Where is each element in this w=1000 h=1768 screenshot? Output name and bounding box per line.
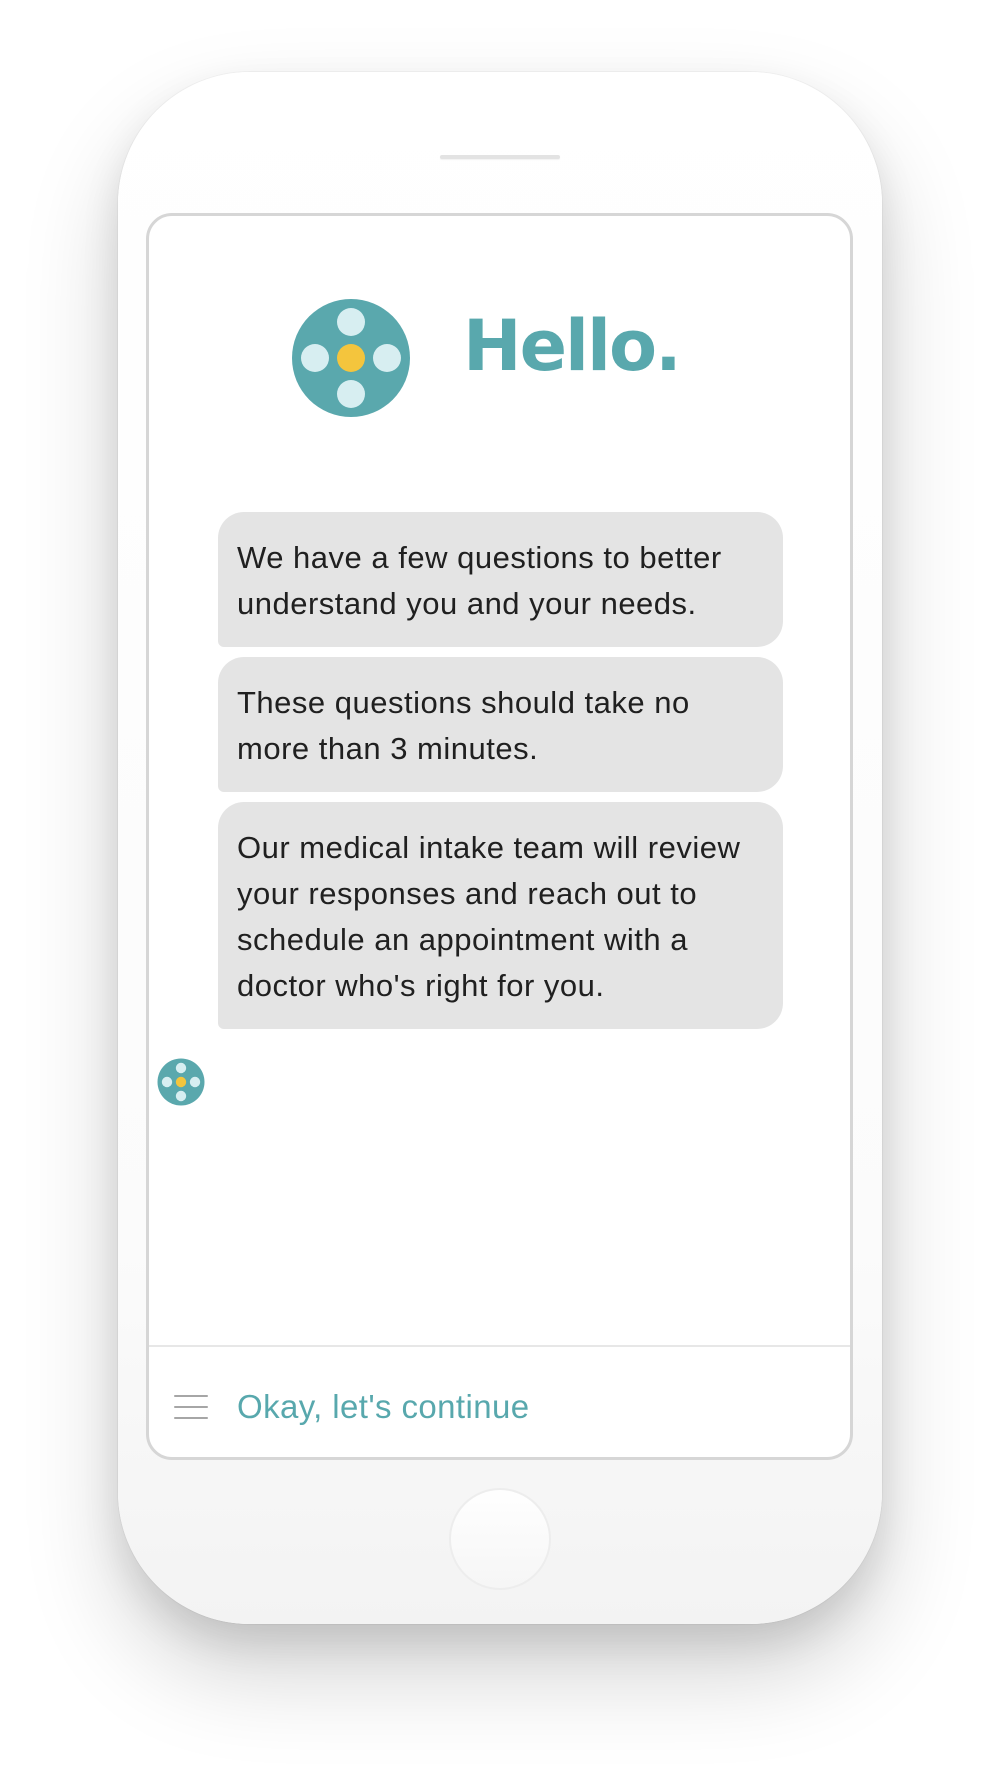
- reply-bar[interactable]: Okay, let's continue: [149, 1347, 850, 1457]
- message-list: We have a few questions to better unders…: [218, 512, 783, 1029]
- continue-option[interactable]: Okay, let's continue: [237, 1387, 530, 1427]
- page-title: Hello.: [463, 305, 682, 387]
- assistant-message-3: Our medical intake team will review your…: [218, 802, 783, 1029]
- phone-screen: Hello. We have a few questions to better…: [146, 213, 853, 1460]
- medical-cross-logo-icon: [292, 299, 410, 417]
- assistant-avatar-icon: [157, 1058, 205, 1106]
- phone-speaker: [440, 155, 560, 159]
- assistant-message-2: These questions should take no more than…: [218, 657, 783, 792]
- menu-icon[interactable]: [174, 1395, 208, 1419]
- home-button: [449, 1488, 551, 1590]
- assistant-message-1: We have a few questions to better unders…: [218, 512, 783, 647]
